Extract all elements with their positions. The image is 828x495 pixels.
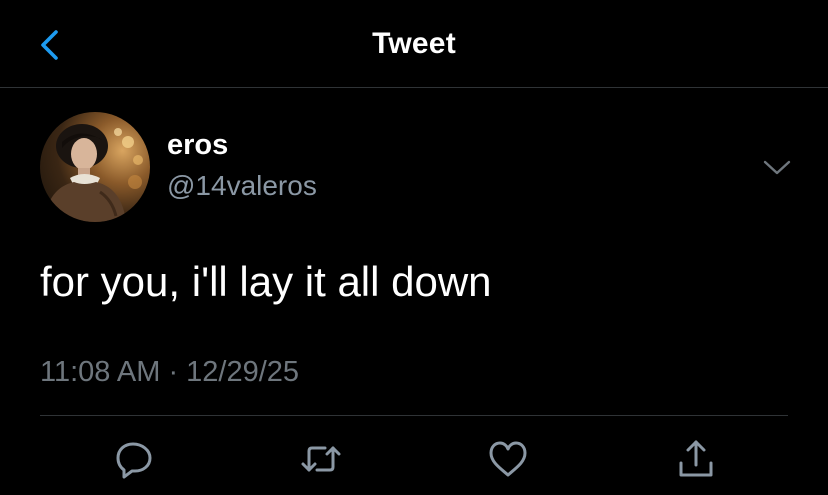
avatar-image xyxy=(44,124,143,222)
avatar[interactable] xyxy=(40,112,150,222)
divider xyxy=(40,415,788,416)
like-button[interactable] xyxy=(486,437,530,481)
share-icon xyxy=(679,440,713,477)
header-bar: Tweet xyxy=(0,0,828,88)
retweet-button[interactable] xyxy=(299,437,343,481)
heart-icon xyxy=(489,441,527,477)
page-title: Tweet xyxy=(372,27,456,60)
chevron-down-icon xyxy=(763,160,791,175)
reply-icon xyxy=(116,442,152,479)
meta-separator: · xyxy=(160,356,187,388)
user-handle[interactable]: @14valeros xyxy=(167,170,317,202)
more-options-button[interactable] xyxy=(760,154,794,180)
retweet-icon xyxy=(301,446,341,472)
reply-button[interactable] xyxy=(112,437,156,481)
share-button[interactable] xyxy=(674,437,718,481)
tweet-text: for you, i'll lay it all down xyxy=(40,258,492,305)
tweet-timestamp: 11:08 AM · 12/29/25 xyxy=(40,356,299,389)
tweet-time[interactable]: 11:08 AM xyxy=(40,356,160,388)
display-name[interactable]: eros xyxy=(167,129,228,162)
tweet-date[interactable]: 12/29/25 xyxy=(186,356,299,388)
